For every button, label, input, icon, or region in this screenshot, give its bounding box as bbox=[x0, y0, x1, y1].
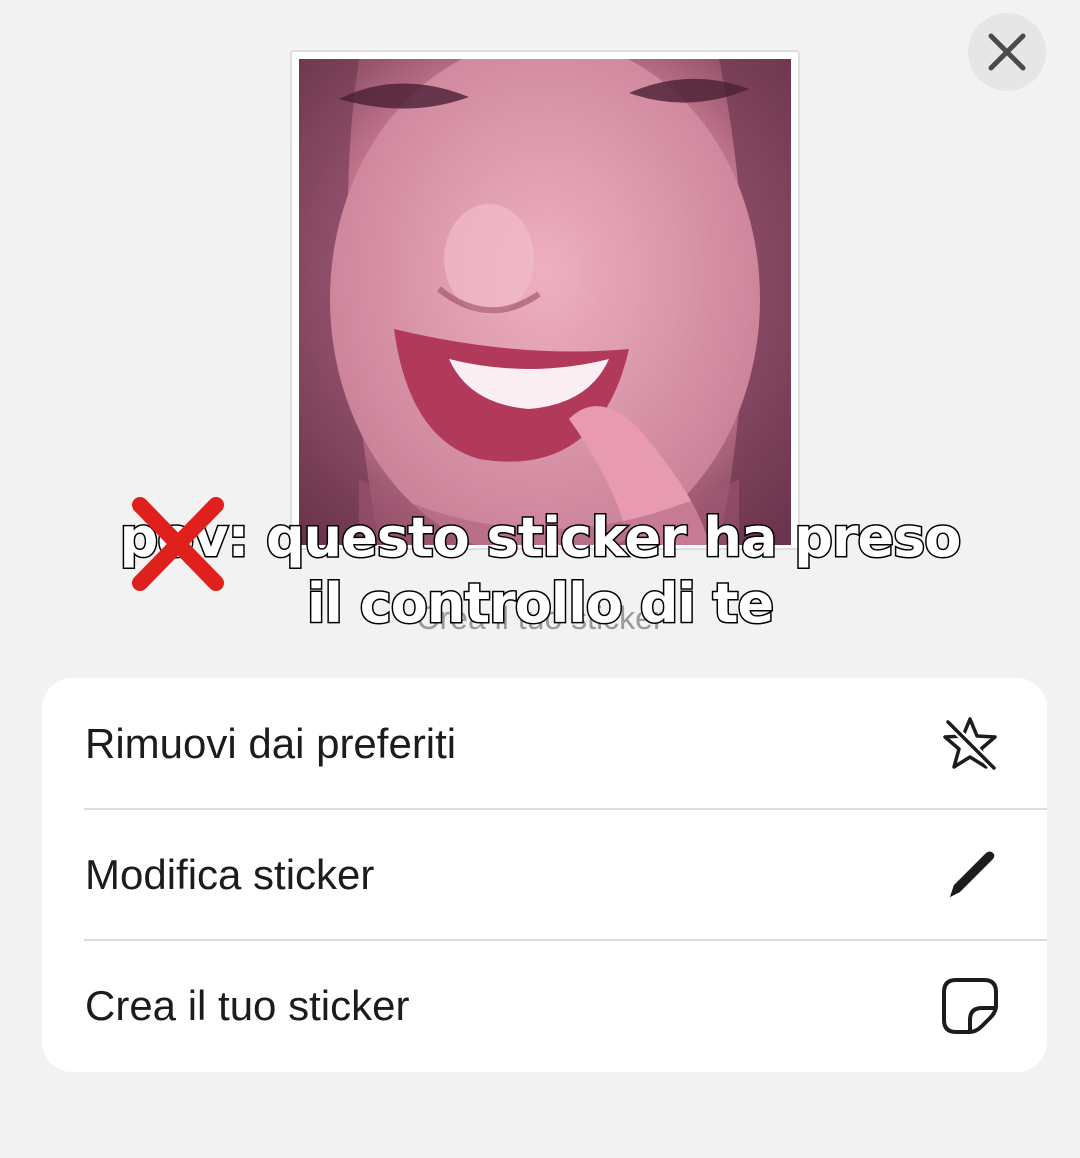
menu-item-create-sticker[interactable]: Crea il tuo sticker bbox=[42, 940, 1047, 1071]
sticker-image bbox=[299, 59, 791, 545]
menu-item-label: Rimuovi dai preferiti bbox=[85, 719, 457, 767]
pencil-icon bbox=[938, 843, 1002, 907]
close-icon bbox=[988, 33, 1026, 71]
red-cross-mark bbox=[132, 497, 224, 591]
sticker-preview bbox=[290, 50, 800, 550]
close-button[interactable] bbox=[968, 13, 1046, 91]
sticker-actions-menu: Rimuovi dai preferiti Modifica sticker C… bbox=[42, 678, 1047, 1072]
sticker-icon bbox=[938, 974, 1002, 1038]
menu-item-label: Modifica sticker bbox=[85, 850, 375, 898]
menu-item-label: Crea il tuo sticker bbox=[85, 981, 410, 1029]
menu-item-edit-sticker[interactable]: Modifica sticker bbox=[42, 809, 1047, 940]
menu-item-remove-favorite[interactable]: Rimuovi dai preferiti bbox=[42, 678, 1047, 809]
unfavorite-star-icon bbox=[938, 712, 1002, 776]
